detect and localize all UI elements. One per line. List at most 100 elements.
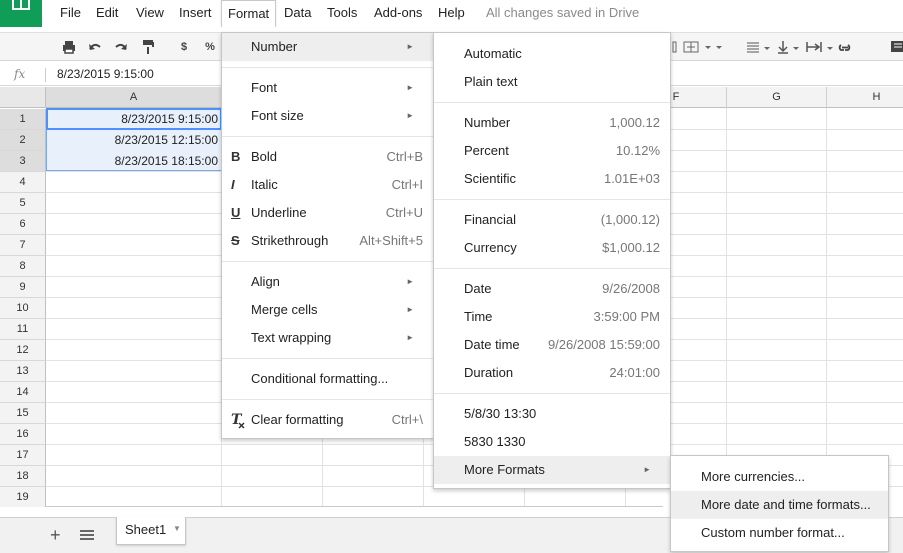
- italic-icon: I: [231, 177, 235, 192]
- sheet-tab-label: Sheet1: [125, 522, 167, 537]
- row-header-13[interactable]: 13: [0, 361, 46, 382]
- row-header-9[interactable]: 9: [0, 277, 46, 298]
- menu-view[interactable]: View: [130, 0, 170, 27]
- number-menu-number[interactable]: Number 1,000.12: [434, 109, 670, 137]
- row-header-16[interactable]: 16: [0, 424, 46, 445]
- submenu-arrow-icon: ►: [406, 305, 414, 314]
- all-sheets-icon[interactable]: [80, 530, 94, 542]
- number-menu-custom-2[interactable]: 5830 1330: [434, 428, 670, 456]
- underline-icon: U: [231, 205, 241, 220]
- number-menu-custom-1[interactable]: 5/8/30 13:30: [434, 400, 670, 428]
- row-header-7[interactable]: 7: [0, 235, 46, 256]
- menu-file[interactable]: File: [54, 0, 87, 27]
- submenu-arrow-icon: ►: [406, 42, 414, 51]
- more-date-time-formats-item[interactable]: More date and time formats...: [671, 491, 888, 519]
- more-currencies-item[interactable]: More currencies...: [671, 463, 888, 491]
- row-header-18[interactable]: 18: [0, 466, 46, 487]
- submenu-arrow-icon: ►: [406, 111, 414, 120]
- row-header-3[interactable]: 3: [0, 151, 46, 172]
- select-all-corner[interactable]: [0, 87, 46, 108]
- number-menu-percent[interactable]: Percent 10.12%: [434, 137, 670, 165]
- row-header-4[interactable]: 4: [0, 172, 46, 193]
- strikethrough-icon: S: [231, 233, 240, 248]
- submenu-arrow-icon: ►: [643, 465, 651, 474]
- formula-input[interactable]: 8/23/2015 9:15:00: [57, 67, 154, 81]
- number-menu-scientific[interactable]: Scientific 1.01E+03: [434, 165, 670, 193]
- menu-format[interactable]: Format: [221, 0, 277, 27]
- format-menu-strikethrough[interactable]: S Strikethrough Alt+Shift+5: [222, 227, 433, 255]
- row-header-6[interactable]: 6: [0, 214, 46, 235]
- row-header-17[interactable]: 17: [0, 445, 46, 466]
- menu-edit[interactable]: Edit: [90, 0, 124, 27]
- chevron-down-icon[interactable]: ▼: [173, 524, 181, 533]
- paint-format-icon[interactable]: [140, 38, 156, 56]
- format-menu-merge-cells[interactable]: Merge cells ►: [222, 296, 433, 324]
- row-header-14[interactable]: 14: [0, 382, 46, 403]
- menu-insert[interactable]: Insert: [173, 0, 218, 27]
- menu-help[interactable]: Help: [432, 0, 471, 27]
- percent-format-button[interactable]: %: [204, 38, 216, 56]
- format-menu-bold[interactable]: B Bold Ctrl+B: [222, 143, 433, 171]
- number-menu-plain-text[interactable]: Plain text: [434, 68, 670, 96]
- column-header-h[interactable]: H: [827, 87, 903, 108]
- format-menu-text-wrapping[interactable]: Text wrapping ►: [222, 324, 433, 352]
- bold-icon: B: [231, 149, 241, 164]
- fx-icon: fx: [14, 67, 26, 81]
- number-menu-more-formats[interactable]: More Formats ►: [434, 456, 670, 484]
- number-menu-currency[interactable]: Currency $1,000.12: [434, 234, 670, 262]
- row-header-5[interactable]: 5: [0, 193, 46, 214]
- number-menu-time[interactable]: Time 3:59:00 PM: [434, 303, 670, 331]
- cell-a3[interactable]: 8/23/2015 18:15:00: [48, 151, 218, 172]
- sheet-tab[interactable]: Sheet1 ▼: [116, 517, 186, 545]
- format-menu-italic[interactable]: I Italic Ctrl+I: [222, 171, 433, 199]
- save-status: All changes saved in Drive: [486, 5, 640, 20]
- number-menu-automatic[interactable]: Automatic: [434, 40, 670, 68]
- horizontal-scrollbar[interactable]: [46, 506, 663, 507]
- borders-merge-icons[interactable]: [672, 38, 724, 56]
- formula-divider: [45, 68, 46, 82]
- redo-icon[interactable]: [113, 38, 129, 56]
- format-menu-underline[interactable]: U Underline Ctrl+U: [222, 199, 433, 227]
- submenu-arrow-icon: ►: [406, 277, 414, 286]
- row-header-1[interactable]: 1: [0, 109, 46, 130]
- format-menu-font[interactable]: Font ►: [222, 74, 433, 102]
- column-header-g[interactable]: G: [727, 87, 827, 108]
- menu-tools[interactable]: Tools: [321, 0, 363, 27]
- row-header-19[interactable]: 19: [0, 487, 46, 507]
- format-menu-number[interactable]: Number ►: [222, 33, 433, 61]
- row-header-8[interactable]: 8: [0, 256, 46, 277]
- sheets-logo-icon[interactable]: [0, 0, 42, 27]
- menu-data[interactable]: Data: [278, 0, 317, 27]
- number-menu-duration[interactable]: Duration 24:01:00: [434, 359, 670, 387]
- currency-format-button[interactable]: $: [178, 38, 190, 56]
- align-wrap-icons[interactable]: [745, 38, 855, 56]
- submenu-arrow-icon: ►: [406, 333, 414, 342]
- format-menu: Number ► Font ► Font size ► B Bold Ctrl+…: [221, 32, 434, 439]
- more-formats-menu: More currencies... More date and time fo…: [670, 455, 889, 552]
- format-menu-align[interactable]: Align ►: [222, 268, 433, 296]
- menu-bar: File Edit View Insert Format Data Tools …: [0, 0, 903, 27]
- undo-icon[interactable]: [87, 38, 103, 56]
- number-menu-financial[interactable]: Financial (1,000.12): [434, 206, 670, 234]
- menu-addons[interactable]: Add-ons: [368, 0, 428, 27]
- row-header-2[interactable]: 2: [0, 130, 46, 151]
- format-menu-font-size[interactable]: Font size ►: [222, 102, 433, 130]
- format-menu-clear-formatting[interactable]: T Clear formatting Ctrl+\: [222, 406, 433, 434]
- submenu-arrow-icon: ►: [406, 83, 414, 92]
- number-menu-date-time[interactable]: Date time 9/26/2008 15:59:00: [434, 331, 670, 359]
- number-menu-date[interactable]: Date 9/26/2008: [434, 275, 670, 303]
- row-header-11[interactable]: 11: [0, 319, 46, 340]
- cell-a1[interactable]: 8/23/2015 9:15:00: [48, 109, 218, 130]
- add-sheet-icon[interactable]: +: [50, 525, 61, 545]
- comment-icon[interactable]: [890, 38, 903, 56]
- number-format-menu: Automatic Plain text Number 1,000.12 Per…: [433, 32, 671, 489]
- row-header-15[interactable]: 15: [0, 403, 46, 424]
- cell-a2[interactable]: 8/23/2015 12:15:00: [48, 130, 218, 151]
- format-menu-conditional-formatting[interactable]: Conditional formatting...: [222, 365, 433, 393]
- row-header-10[interactable]: 10: [0, 298, 46, 319]
- column-header-a[interactable]: A: [46, 87, 222, 108]
- print-icon[interactable]: [61, 38, 77, 56]
- custom-number-format-item[interactable]: Custom number format...: [671, 519, 888, 547]
- clear-formatting-icon: T: [231, 406, 245, 444]
- row-header-12[interactable]: 12: [0, 340, 46, 361]
